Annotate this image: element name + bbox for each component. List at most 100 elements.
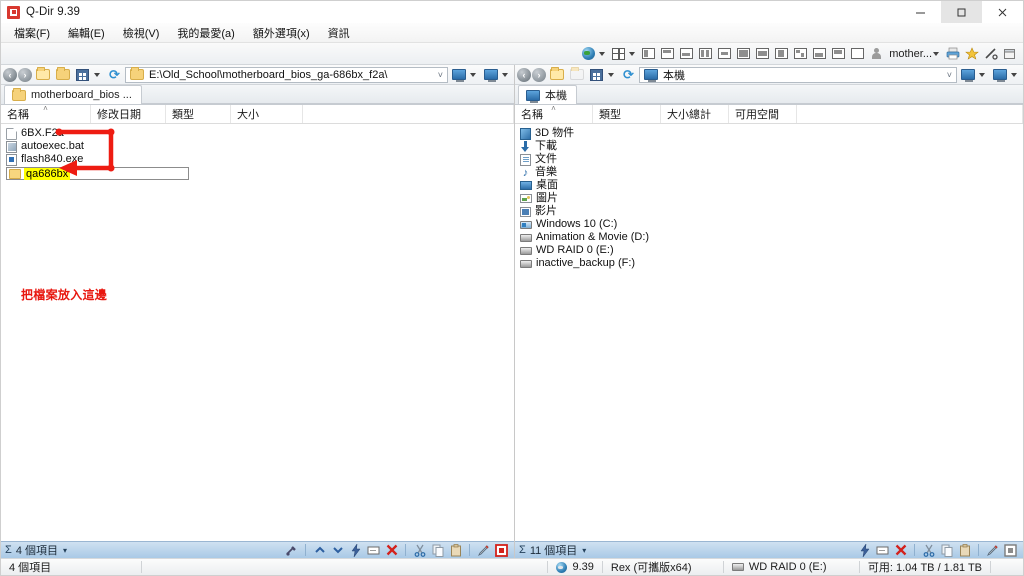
refresh-icon[interactable]: ⟳ — [620, 66, 637, 83]
user-profile-label[interactable]: mother... — [889, 48, 932, 60]
pane-layout-9-icon[interactable] — [792, 45, 809, 62]
printer-icon[interactable] — [944, 45, 961, 62]
forward-arrow-icon[interactable]: › — [532, 67, 546, 82]
stop-icon[interactable] — [495, 543, 508, 557]
right-address-input[interactable]: 本機 ˅ — [639, 66, 957, 83]
list-item[interactable]: Windows 10 (C:) — [515, 218, 1023, 231]
minimize-button[interactable] — [900, 1, 941, 23]
tools-icon[interactable] — [982, 45, 999, 62]
refresh-icon[interactable]: ⟳ — [106, 66, 123, 83]
list-item[interactable]: autoexec.bat — [1, 140, 514, 153]
back-arrow-icon[interactable]: ‹ — [517, 67, 531, 82]
edit-icon[interactable] — [986, 544, 999, 557]
pane-layout-4-icon[interactable] — [697, 45, 714, 62]
left-view-monitor-icon-2[interactable] — [482, 66, 499, 83]
right-view-chevron-down-icon-1[interactable] — [979, 72, 985, 77]
list-item[interactable]: flash840.exe — [1, 153, 514, 166]
pane-layout-12-icon[interactable] — [849, 45, 866, 62]
grid-view-chevron-down-icon[interactable] — [608, 72, 614, 77]
pane-layout-5-icon[interactable] — [716, 45, 733, 62]
tools-icon[interactable] — [285, 544, 298, 557]
move-down-icon[interactable] — [331, 544, 344, 557]
pane-layout-8-icon[interactable] — [773, 45, 790, 62]
list-item[interactable]: 6BX.F2a — [1, 127, 514, 140]
pane-layout-1-icon[interactable] — [640, 45, 657, 62]
view-layout-icon[interactable] — [610, 45, 627, 62]
up-folder-icon[interactable] — [548, 66, 565, 83]
grid-view-icon[interactable] — [588, 66, 605, 83]
left-address-input[interactable]: E:\Old_School\motherboard_bios_ga-686bx_… — [125, 66, 448, 83]
list-item[interactable]: Animation & Movie (D:) — [515, 231, 1023, 244]
list-item[interactable]: WD RAID 0 (E:) — [515, 244, 1023, 257]
stop-icon[interactable] — [1004, 543, 1017, 557]
list-item[interactable]: 圖片 — [515, 192, 1023, 205]
list-item[interactable]: 文件 — [515, 153, 1023, 166]
menu-file[interactable]: 檔案(F) — [5, 23, 59, 43]
right-view-monitor-icon-1[interactable] — [959, 66, 976, 83]
list-item[interactable]: inactive_backup (F:) — [515, 257, 1023, 270]
left-file-list[interactable]: 6BX.F2a autoexec.bat flash840.exe qa686b… — [1, 124, 514, 541]
grid-view-icon[interactable] — [74, 66, 91, 83]
user-profile-chevron-down-icon[interactable] — [933, 51, 939, 56]
open-folder-icon[interactable] — [568, 66, 585, 83]
move-up-icon[interactable] — [313, 544, 326, 557]
right-address-chevron-down-icon[interactable]: ˅ — [947, 70, 952, 80]
menu-favorites[interactable]: 我的最愛(a) — [168, 23, 243, 43]
star-icon[interactable] — [963, 45, 980, 62]
window-icon[interactable] — [1001, 45, 1018, 62]
right-column-free-space[interactable]: 可用空間 — [729, 105, 797, 123]
right-column-total-size[interactable]: 大小總計 — [661, 105, 729, 123]
list-item[interactable]: 影片 — [515, 205, 1023, 218]
left-status-chevron-down-icon[interactable]: ▾ — [63, 546, 67, 555]
list-item[interactable]: 下載 — [515, 140, 1023, 153]
maximize-button[interactable] — [941, 1, 982, 23]
right-tab-this-pc[interactable]: 本機 — [518, 85, 577, 104]
list-item[interactable]: ♪ 音樂 — [515, 166, 1023, 179]
left-column-size[interactable]: 大小 — [231, 105, 303, 123]
pane-layout-3-icon[interactable] — [678, 45, 695, 62]
menu-view[interactable]: 檢視(V) — [114, 23, 169, 43]
left-column-name[interactable]: 名稱 ˄ — [1, 104, 91, 123]
inline-rename-input[interactable]: qa686bx — [6, 167, 189, 180]
list-item[interactable]: 3D 物件 — [515, 127, 1023, 140]
paste-icon[interactable] — [958, 543, 971, 557]
close-button[interactable] — [982, 1, 1023, 23]
delete-icon[interactable] — [894, 544, 907, 557]
open-folder-icon[interactable] — [54, 66, 71, 83]
pane-layout-7-icon[interactable] — [754, 45, 771, 62]
back-arrow-icon[interactable]: ‹ — [3, 67, 17, 82]
left-column-type[interactable]: 類型 — [166, 105, 231, 123]
delete-icon[interactable] — [385, 544, 398, 557]
flash-icon[interactable] — [349, 543, 362, 557]
cut-icon[interactable] — [922, 544, 935, 557]
right-view-chevron-down-icon-2[interactable] — [1011, 72, 1017, 77]
pane-layout-2-icon[interactable] — [659, 45, 676, 62]
up-folder-icon[interactable] — [34, 66, 51, 83]
left-address-chevron-down-icon[interactable]: ˅ — [438, 70, 443, 80]
globe-icon[interactable] — [580, 45, 597, 62]
forward-arrow-icon[interactable]: › — [18, 67, 32, 82]
left-view-monitor-icon-1[interactable] — [450, 66, 467, 83]
rename-icon[interactable] — [367, 544, 380, 557]
list-item[interactable]: 桌面 — [515, 179, 1023, 192]
right-status-chevron-down-icon[interactable]: ▾ — [582, 546, 586, 555]
menu-info[interactable]: 資訊 — [319, 23, 359, 43]
menu-extra-options[interactable]: 額外選項(x) — [244, 23, 319, 43]
paste-icon[interactable] — [449, 543, 462, 557]
left-view-chevron-down-icon-2[interactable] — [502, 72, 508, 77]
left-view-chevron-down-icon-1[interactable] — [470, 72, 476, 77]
right-column-name[interactable]: 名稱 ˄ — [515, 104, 593, 123]
copy-icon[interactable] — [940, 544, 953, 557]
cut-icon[interactable] — [413, 544, 426, 557]
left-tab-motherboard-bios[interactable]: motherboard_bios ... — [4, 85, 142, 104]
left-column-date-modified[interactable]: 修改日期 — [91, 105, 166, 123]
globe-chevron-down-icon[interactable] — [599, 51, 606, 56]
menu-edit[interactable]: 編輯(E) — [59, 23, 114, 43]
right-file-list[interactable]: 3D 物件 下載 文件 ♪ 音樂 桌面 圖片 影片 Windows 10 (C:… — [515, 124, 1023, 541]
rename-icon[interactable] — [876, 544, 889, 557]
pane-layout-11-icon[interactable] — [830, 45, 847, 62]
grid-view-chevron-down-icon[interactable] — [94, 72, 100, 77]
copy-icon[interactable] — [431, 544, 444, 557]
pane-layout-6-icon[interactable] — [735, 45, 752, 62]
right-view-monitor-icon-2[interactable] — [991, 66, 1008, 83]
